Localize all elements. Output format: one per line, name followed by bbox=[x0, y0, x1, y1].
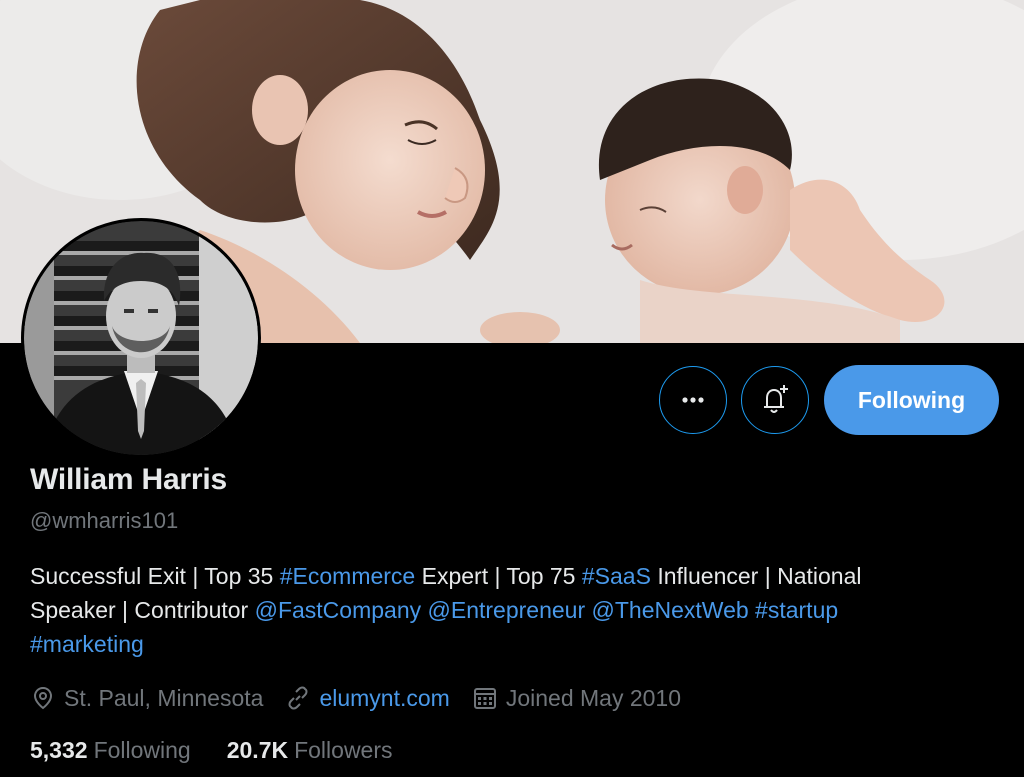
following-count: 5,332 bbox=[30, 737, 88, 763]
bio-line: #marketing bbox=[30, 627, 1005, 661]
location-pin-icon bbox=[33, 686, 53, 710]
profile-handle: @wmharris101 bbox=[30, 508, 179, 533]
joined-text: Joined May 2010 bbox=[505, 684, 682, 711]
bio-line: Speaker | Contributor @FastCompany @Entr… bbox=[30, 593, 1005, 627]
more-horizontal-icon bbox=[682, 397, 704, 403]
followers-count-link[interactable]: 20.7K Followers bbox=[227, 737, 393, 764]
hashtag-link[interactable]: #startup bbox=[755, 597, 838, 623]
profile-avatar[interactable] bbox=[21, 218, 261, 458]
joined-item: Joined May 2010 bbox=[472, 685, 681, 712]
profile-page: Following William Harris @wmharris101 Su… bbox=[0, 0, 1024, 777]
profile-meta: St. Paul, Minnesota elumynt.com Joined M… bbox=[30, 680, 703, 716]
bio-text: Successful Exit | Top 35 bbox=[30, 563, 280, 589]
mention-link[interactable]: @FastCompany bbox=[255, 597, 422, 623]
calendar-icon bbox=[473, 688, 496, 709]
location-item: St. Paul, Minnesota bbox=[30, 685, 263, 712]
bio-text: Expert | Top 75 bbox=[415, 563, 582, 589]
hashtag-link[interactable]: #marketing bbox=[30, 631, 144, 657]
following-button[interactable]: Following bbox=[824, 365, 999, 435]
more-options-button[interactable] bbox=[659, 366, 727, 434]
profile-stats: 5,332 Following 20.7K Followers bbox=[30, 737, 429, 764]
bio-line: Successful Exit | Top 35 #Ecommerce Expe… bbox=[30, 559, 1005, 593]
following-count-link[interactable]: 5,332 Following bbox=[30, 737, 191, 764]
website-link[interactable]: elumynt.com bbox=[319, 685, 449, 712]
followers-count: 20.7K bbox=[226, 737, 289, 763]
location-text: St. Paul, Minnesota bbox=[64, 684, 264, 711]
following-label: Following bbox=[93, 737, 191, 763]
hashtag-link[interactable]: #Ecommerce bbox=[280, 563, 415, 589]
followers-label: Followers bbox=[294, 737, 393, 763]
bell-plus-icon bbox=[764, 385, 788, 413]
bio-text: Influencer | National bbox=[650, 563, 862, 589]
website-item[interactable]: elumynt.com bbox=[285, 685, 450, 712]
mention-link[interactable]: @TheNextWeb bbox=[592, 597, 749, 623]
bio-text: Speaker | Contributor bbox=[30, 597, 255, 623]
notifications-toggle-button[interactable] bbox=[741, 366, 809, 434]
profile-bio: Successful Exit | Top 35 #Ecommerce Expe… bbox=[30, 559, 1005, 661]
profile-name: William Harris bbox=[30, 463, 228, 496]
mention-link[interactable]: @Entrepreneur bbox=[428, 597, 586, 623]
hashtag-link[interactable]: #SaaS bbox=[582, 563, 651, 589]
link-icon bbox=[288, 686, 308, 710]
avatar-photo bbox=[24, 221, 258, 455]
